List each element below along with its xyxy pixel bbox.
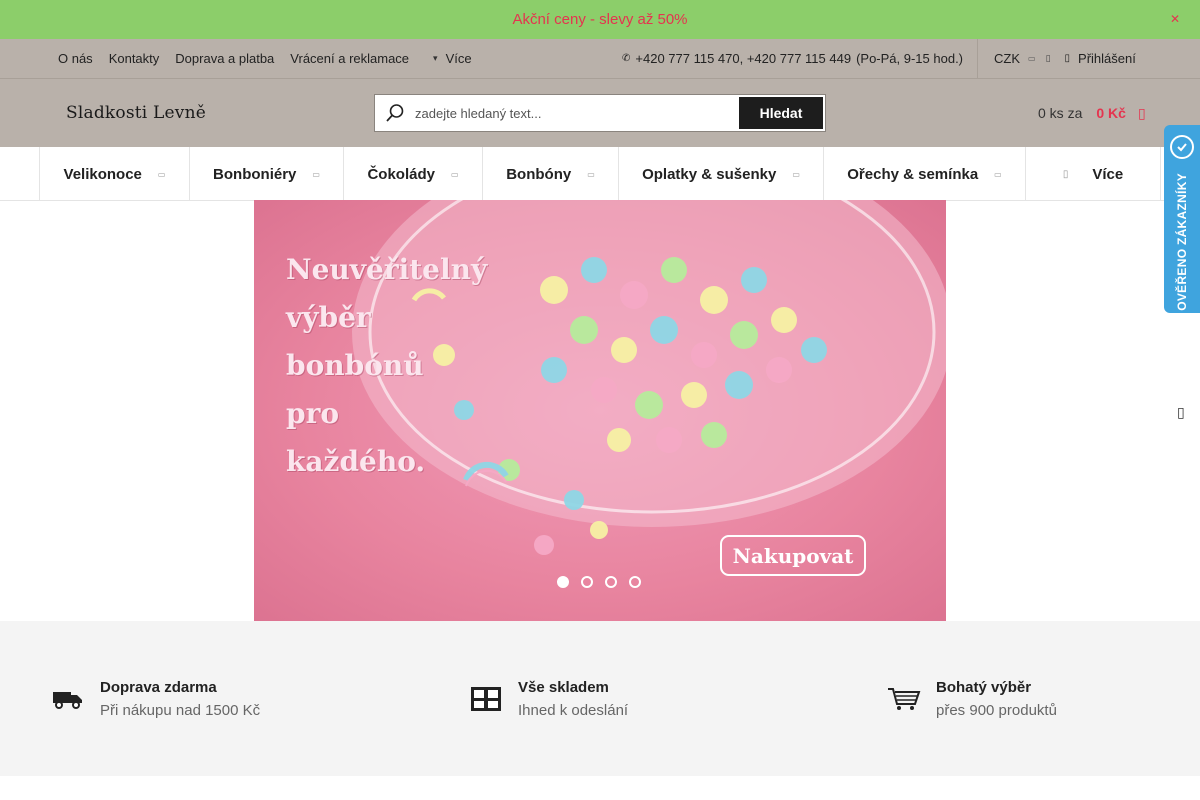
opening-hours: (Po-Pá, 9-15 hod.) bbox=[856, 51, 964, 66]
phone-numbers[interactable]: +420 777 115 470, +420 777 115 449 bbox=[635, 51, 851, 66]
features-strip: Doprava zdarma Při nákupu nad 1500 Kč Vš… bbox=[0, 621, 1200, 776]
hero-headline: Neuvěřitelný výběr bonbónů pro každého. bbox=[286, 246, 487, 486]
search-button[interactable]: Hledat bbox=[739, 97, 823, 129]
top-navigation: O nás Kontakty Doprava a platba Vrácení … bbox=[0, 39, 1200, 79]
menu-item-cokolady[interactable]: Čokolády ▭ bbox=[344, 147, 483, 201]
feature-subtitle: Ihned k odeslání bbox=[518, 701, 629, 719]
link-vraceni-a-reklamace[interactable]: Vrácení a reklamace bbox=[290, 51, 409, 66]
close-icon[interactable]: ✕ bbox=[1170, 12, 1180, 26]
cart-price: 0 Kč bbox=[1096, 105, 1126, 121]
hero-line: pro bbox=[286, 397, 340, 430]
link-o-nas[interactable]: O nás bbox=[58, 51, 93, 66]
warehouse-icon bbox=[468, 686, 504, 712]
menu-item-bonbony[interactable]: Bonbóny ▭ bbox=[483, 147, 619, 201]
slider-dot[interactable] bbox=[629, 576, 641, 588]
chevron-down-icon: ▭ bbox=[1028, 54, 1036, 63]
account-area: CZK ▭ ▯ ▯ Přihlášení bbox=[977, 39, 1136, 78]
heureka-logo-icon bbox=[1170, 135, 1194, 159]
slider-dot[interactable] bbox=[581, 576, 593, 588]
search-icon bbox=[375, 103, 415, 123]
search-input[interactable] bbox=[415, 95, 739, 131]
menu-item-label: Ořechy & semínka bbox=[847, 165, 979, 183]
feature-free-shipping: Doprava zdarma Při nákupu nad 1500 Kč bbox=[50, 621, 260, 776]
cart-icon: ▯ bbox=[1137, 104, 1146, 121]
menu-item-orechy[interactable]: Ořechy & semínka ▭ bbox=[824, 147, 1026, 201]
login-label: Přihlášení bbox=[1078, 51, 1136, 66]
top-more-menu[interactable]: ▾ Více bbox=[433, 51, 472, 66]
search-bar: Hledat bbox=[374, 94, 826, 132]
menu-item-label: Bonboniéry bbox=[213, 165, 297, 183]
contact-info: ✆ +420 777 115 470, +420 777 115 449 (Po… bbox=[622, 39, 963, 78]
site-header: Sladkosti Levně Hledat 0 ks za 0 Kč ▯ bbox=[0, 79, 1200, 147]
slider-dots bbox=[557, 576, 641, 588]
verified-badge-text: OVĚŘENO ZÁKAZNÍKY bbox=[1175, 173, 1189, 311]
chevron-down-icon: ▭ bbox=[450, 169, 459, 179]
top-more-label[interactable]: Více bbox=[446, 51, 472, 66]
menu-item-label: Čokolády bbox=[367, 165, 435, 183]
cart-icon bbox=[886, 687, 922, 711]
category-list: Velikonoce ▭ Bonboniéry ▭ Čokolády ▭ Bon… bbox=[39, 147, 1161, 201]
promo-text[interactable]: Akční ceny - slevy až 50% bbox=[512, 11, 687, 28]
menu-item-label: Oplatky & sušenky bbox=[642, 165, 777, 183]
shop-now-button[interactable]: Nakupovat bbox=[720, 535, 866, 576]
chevron-right-icon[interactable]: ▯ bbox=[1177, 404, 1185, 421]
currency-selector[interactable]: CZK ▭ bbox=[994, 51, 1036, 66]
chevron-down-icon: ▭ bbox=[994, 169, 1002, 179]
hero-banner[interactable]: Neuvěřitelný výběr bonbónů pro každého. … bbox=[254, 200, 946, 621]
feature-subtitle: přes 900 produktů bbox=[936, 701, 1057, 719]
link-doprava-a-platba[interactable]: Doprava a platba bbox=[175, 51, 274, 66]
menu-item-bonboniery[interactable]: Bonboniéry ▭ bbox=[190, 147, 344, 201]
feature-subtitle: Při nákupu nad 1500 Kč bbox=[100, 701, 261, 719]
hero-line: každého. bbox=[286, 445, 426, 478]
chevron-down-icon: ▭ bbox=[312, 169, 320, 179]
chevron-down-icon: ▭ bbox=[157, 169, 166, 179]
category-menu: Velikonoce ▭ Bonboniéry ▭ Čokolády ▭ Bon… bbox=[0, 147, 1200, 201]
truck-icon bbox=[50, 689, 86, 709]
login-link[interactable]: ▯ Přihlášení bbox=[1065, 51, 1136, 66]
slider-dot[interactable] bbox=[557, 576, 569, 588]
promo-bar: Akční ceny - slevy až 50% ✕ bbox=[0, 0, 1200, 39]
feature-title: Doprava zdarma bbox=[100, 678, 217, 696]
cart-quantity: 0 ks za bbox=[1038, 105, 1083, 121]
hero-line: Neuvěřitelný bbox=[286, 253, 488, 286]
slider-dot[interactable] bbox=[605, 576, 617, 588]
user-icon: ▯ bbox=[1064, 53, 1071, 64]
feature-in-stock: Vše skladem Ihned k odeslání bbox=[468, 621, 628, 776]
currency-label: CZK bbox=[994, 51, 1020, 66]
chevron-down-icon: ▭ bbox=[587, 169, 595, 179]
divider: ▯ bbox=[1045, 53, 1051, 63]
chevron-down-icon: ▾ bbox=[433, 53, 438, 63]
menu-item-label: Velikonoce bbox=[63, 165, 142, 183]
menu-item-oplatky[interactable]: Oplatky & sušenky ▭ bbox=[619, 147, 824, 201]
menu-item-velikonoce[interactable]: Velikonoce ▭ bbox=[40, 147, 190, 201]
cart-summary[interactable]: 0 ks za 0 Kč ▯ bbox=[1038, 79, 1146, 147]
menu-more-label: Více bbox=[1092, 165, 1124, 183]
hero-line: výběr bbox=[286, 301, 371, 334]
feature-wide-selection: Bohatý výběr přes 900 produktů bbox=[886, 621, 1057, 776]
menu-item-more[interactable]: ▯ Více bbox=[1026, 147, 1161, 201]
menu-icon: ▯ bbox=[1062, 168, 1069, 180]
menu-item-label: Bonbóny bbox=[506, 165, 572, 183]
hero-line: bonbónů bbox=[286, 349, 424, 382]
verified-badge[interactable]: OVĚŘENO ZÁKAZNÍKY bbox=[1164, 125, 1200, 313]
link-kontakty[interactable]: Kontakty bbox=[109, 51, 160, 66]
feature-title: Vše skladem bbox=[518, 678, 609, 696]
chevron-down-icon: ▭ bbox=[792, 169, 800, 179]
feature-title: Bohatý výběr bbox=[936, 678, 1032, 696]
site-logo[interactable]: Sladkosti Levně bbox=[66, 103, 206, 123]
top-links: O nás Kontakty Doprava a platba Vrácení … bbox=[58, 39, 472, 78]
phone-icon: ✆ bbox=[622, 53, 631, 64]
